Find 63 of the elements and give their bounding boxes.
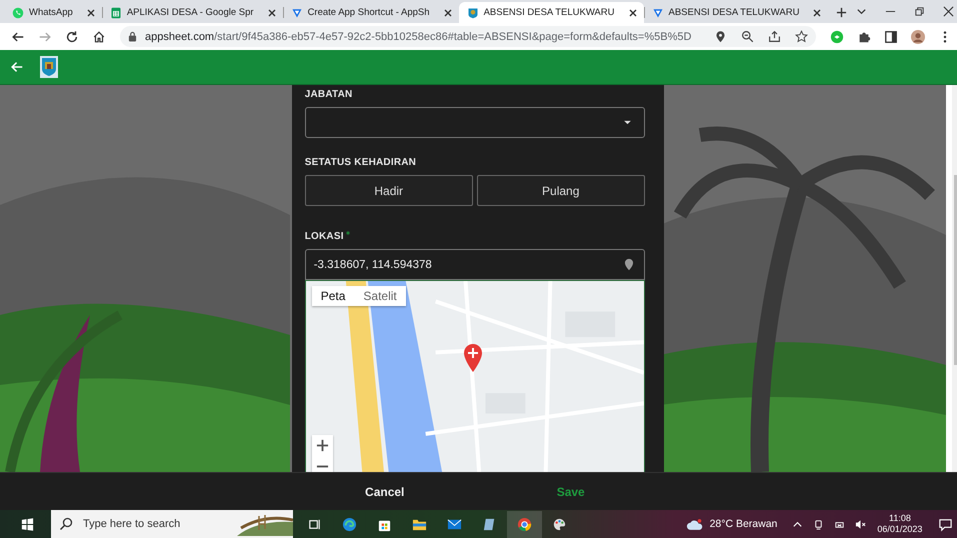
restore-icon[interactable] bbox=[914, 6, 926, 17]
search-field[interactable]: Type here to search bbox=[81, 517, 229, 531]
close-icon[interactable] bbox=[86, 8, 96, 18]
browser-tab[interactable]: WhatsApp bbox=[4, 2, 102, 23]
location-field[interactable]: -3.318607, 114.594378 bbox=[304, 249, 645, 280]
chrome-icon[interactable] bbox=[507, 510, 542, 538]
windows-start-icon[interactable] bbox=[20, 516, 35, 532]
dropdown-field[interactable] bbox=[304, 107, 645, 138]
cloud-icon[interactable] bbox=[686, 518, 704, 530]
clock-date[interactable]: 06/01/2023 bbox=[877, 524, 922, 535]
location-pin-icon[interactable] bbox=[714, 30, 728, 43]
close-icon[interactable] bbox=[943, 6, 954, 17]
home-icon[interactable] bbox=[92, 30, 106, 44]
triangle-logo-icon bbox=[290, 6, 303, 18]
notification-icon[interactable] bbox=[938, 516, 954, 532]
map-pin-icon[interactable] bbox=[462, 343, 483, 373]
bridge-illustration-icon bbox=[237, 512, 293, 536]
clock-time[interactable]: 11:08 bbox=[888, 513, 911, 524]
emblem-icon bbox=[40, 56, 58, 78]
field-label: LOKASI bbox=[304, 231, 344, 242]
field-label: JABATAN bbox=[304, 89, 352, 100]
lock-icon bbox=[128, 31, 137, 42]
paint-palette-icon[interactable] bbox=[552, 516, 567, 532]
bookmark-star-icon[interactable] bbox=[795, 30, 808, 43]
puzzle-icon[interactable] bbox=[857, 30, 872, 44]
cancel-button[interactable]: Cancel bbox=[292, 473, 478, 510]
search-icon bbox=[59, 517, 73, 531]
avatar-icon[interactable] bbox=[911, 30, 926, 44]
browser-tab[interactable]: APLIKASI DESA - Google Spr bbox=[102, 2, 283, 23]
edge-browser-icon[interactable] bbox=[342, 516, 357, 532]
location-pin-icon[interactable] bbox=[624, 258, 634, 271]
choice-button[interactable]: Pulang bbox=[476, 175, 645, 206]
map-type-tab[interactable]: Peta bbox=[312, 286, 354, 306]
speaker-muted-icon[interactable] bbox=[855, 518, 866, 530]
address-bar[interactable]: appsheet.com/start/9f45a386-eb57-4e57-92c2-5bb10258ec86#table=ABSENSI&page=form&defaults=%5B%5D bbox=[120, 26, 816, 47]
browser-tab[interactable]: Create App Shortcut - AppSh bbox=[282, 2, 459, 23]
browser-tab[interactable]: ABSENSI DESA TELUKWARU bbox=[458, 2, 644, 23]
reload-icon[interactable] bbox=[65, 30, 79, 44]
chat-bubble-icon bbox=[12, 6, 24, 18]
mail-icon[interactable] bbox=[447, 516, 462, 532]
spreadsheet-icon bbox=[110, 6, 122, 18]
notepad-icon[interactable] bbox=[482, 516, 497, 532]
chevron-down-icon[interactable] bbox=[856, 6, 868, 17]
close-icon[interactable] bbox=[628, 8, 638, 18]
zoom-icon[interactable] bbox=[741, 30, 754, 43]
meet-now-icon[interactable] bbox=[813, 518, 824, 530]
close-icon[interactable] bbox=[266, 8, 277, 18]
back-icon[interactable] bbox=[11, 30, 25, 44]
save-button[interactable]: Save bbox=[478, 473, 664, 510]
caret-icon bbox=[622, 120, 632, 125]
close-icon[interactable] bbox=[812, 8, 822, 18]
side-panel-icon[interactable] bbox=[884, 30, 898, 44]
weather-text[interactable]: 28°C Berawan bbox=[710, 518, 778, 530]
share-icon[interactable] bbox=[768, 30, 782, 43]
emblem-icon bbox=[466, 6, 479, 18]
browser-tab[interactable]: ABSENSI DESA TELUKWARU bbox=[644, 2, 828, 23]
triangle-logo-icon bbox=[652, 6, 664, 18]
map-type-tab[interactable]: Satelit bbox=[354, 286, 406, 306]
new-tab-icon[interactable] bbox=[836, 7, 848, 18]
field-label: SETATUS KEHADIRAN bbox=[304, 157, 416, 168]
taskbar-search-field[interactable]: Type here to search bbox=[51, 510, 293, 538]
close-icon[interactable] bbox=[442, 8, 453, 18]
choice-button[interactable]: Hadir bbox=[304, 175, 473, 206]
